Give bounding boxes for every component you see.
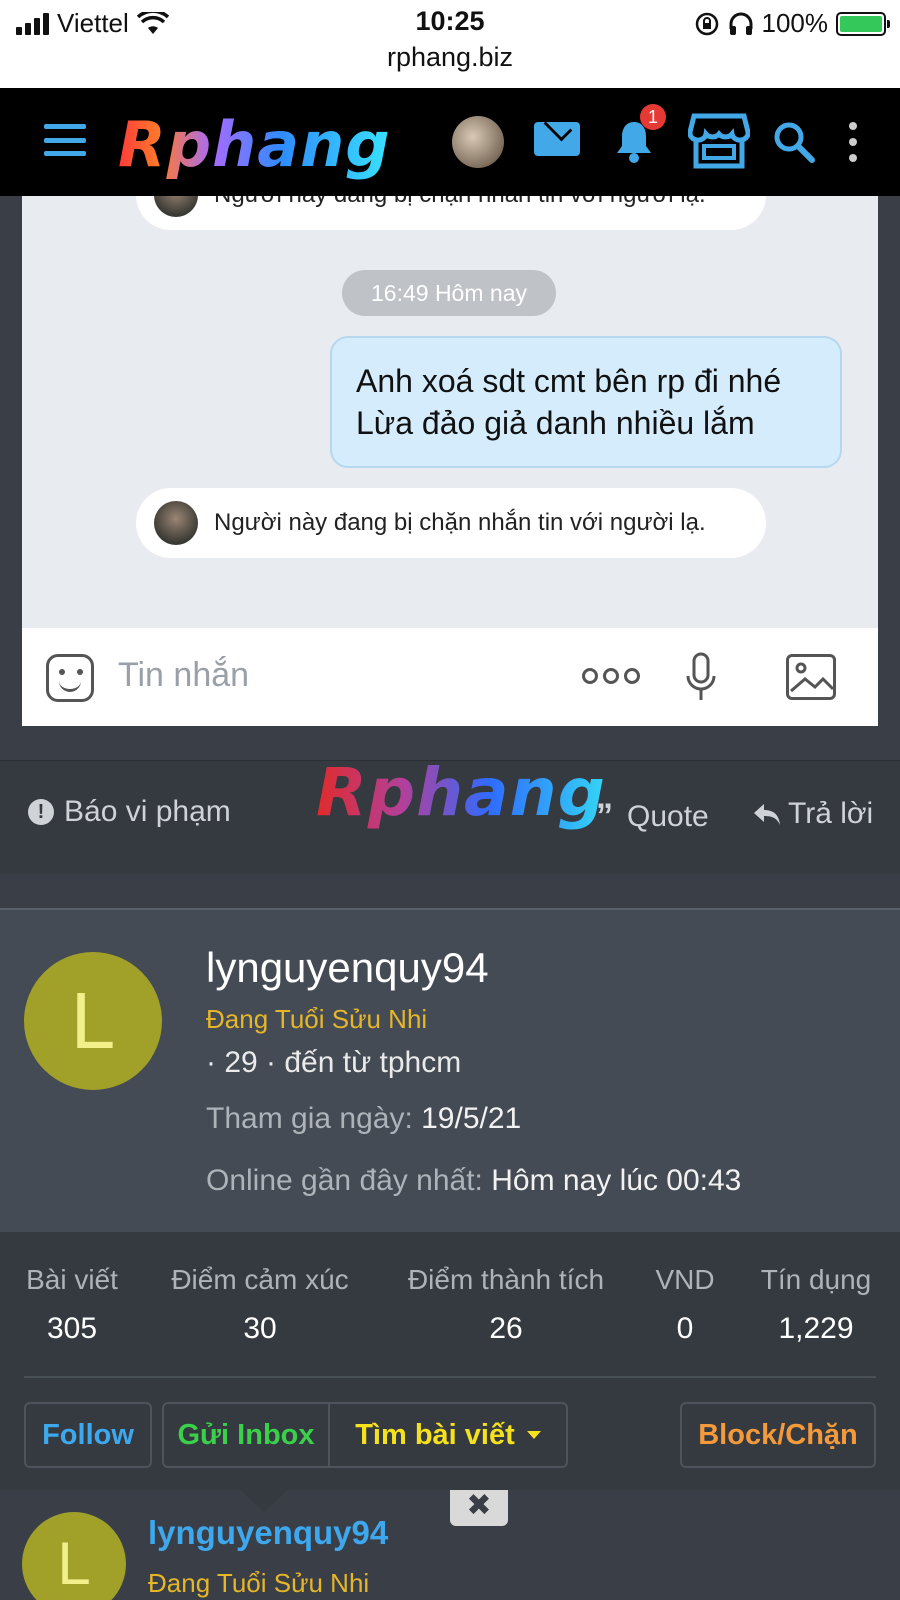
- contact-avatar: [154, 196, 198, 217]
- stat-posts: Bài viết 305: [24, 1264, 120, 1346]
- member-join-date: Tham gia ngày: 19/5/21: [206, 1102, 521, 1136]
- stat-credits: Tín dụng 1,229: [756, 1264, 876, 1346]
- member-tooltip-card: L lynguyenquy94 Đang Tuổi Sửu Nhi · 29 ·…: [0, 908, 900, 1492]
- tooltip-arrow: [238, 1488, 290, 1512]
- message-input: Tin nhắn: [118, 656, 250, 694]
- stat-value: 1,229: [778, 1312, 854, 1345]
- notification-badge: 1: [640, 104, 666, 130]
- member-avatar[interactable]: L: [24, 952, 162, 1090]
- sticker-icon: [46, 654, 94, 702]
- chat-composer: Tin nhắn: [22, 628, 878, 726]
- quote-label: Quote: [627, 799, 709, 833]
- blocked-notice-text: Người này đang bị chặn nhắn tin với ngườ…: [214, 509, 706, 536]
- user-avatar[interactable]: [452, 116, 504, 168]
- member-last-seen: Online gần đây nhất: Hôm nay lúc 00:43: [206, 1164, 741, 1198]
- send-inbox-button[interactable]: Gửi Inbox: [162, 1402, 330, 1468]
- report-label: Báo vi phạm: [64, 795, 231, 828]
- footer-logo: Rphang: [316, 754, 606, 831]
- close-icon[interactable]: ✖: [450, 1490, 508, 1526]
- stat-label: Bài viết: [26, 1264, 118, 1295]
- message-bubble: Anh xoá sdt cmt bên rp đi nhé Lừa đảo gi…: [330, 336, 842, 468]
- battery-icon: [836, 11, 890, 36]
- last-seen-value: Hôm nay lúc 00:43: [491, 1164, 742, 1197]
- reply-link[interactable]: Trả lời: [752, 797, 873, 831]
- image-icon: [786, 654, 836, 700]
- quote-link[interactable]: ” Quote: [596, 797, 709, 836]
- mail-icon[interactable]: [534, 122, 580, 156]
- system-indicators: 100%: [694, 8, 890, 39]
- store-icon[interactable]: [688, 112, 750, 170]
- stat-achievements: Điểm thành tích 26: [398, 1264, 614, 1346]
- more-icon: [582, 668, 640, 684]
- stat-reactions: Điểm cảm xúc 30: [162, 1264, 358, 1346]
- address-bar[interactable]: rphang.biz: [0, 42, 900, 73]
- reply-label: Trả lời: [788, 797, 874, 830]
- stat-value: 30: [243, 1312, 277, 1345]
- member-meta: · 29 · đến từ tphcm: [206, 1046, 462, 1079]
- chevron-down-icon: [526, 1431, 541, 1439]
- alert-icon: !: [28, 799, 54, 825]
- block-button[interactable]: Block/Chặn: [680, 1402, 876, 1468]
- divider: [24, 1376, 876, 1378]
- blocked-notice: Người này đang bị chặn nhắn tin với ngườ…: [136, 488, 766, 558]
- stat-label: Tín dụng: [760, 1264, 872, 1295]
- stat-value: 305: [46, 1312, 98, 1345]
- site-logo[interactable]: Rphang: [118, 108, 391, 181]
- message-line: Lừa đảo giả danh nhiều lắm: [356, 405, 755, 441]
- find-posts-button[interactable]: Tìm bài viết: [328, 1402, 568, 1468]
- more-options-icon[interactable]: [848, 122, 858, 162]
- member-stats-panel: Bài viết 305 Điểm cảm xúc 30 Điểm thành …: [0, 1232, 900, 1492]
- stat-value: 0: [676, 1312, 694, 1345]
- battery-percent: 100%: [761, 8, 829, 38]
- stat-label: VND: [655, 1264, 715, 1295]
- reply-icon: [754, 804, 780, 825]
- join-value: 19/5/21: [421, 1102, 522, 1135]
- chat-timestamp: 16:49 Hôm nay: [342, 270, 556, 316]
- message-line: Anh xoá sdt cmt bên rp đi nhé: [356, 363, 782, 399]
- stat-label: Điểm cảm xúc: [171, 1264, 349, 1295]
- join-label: Tham gia ngày:: [206, 1102, 413, 1135]
- follow-button[interactable]: Follow: [24, 1402, 152, 1468]
- member-username[interactable]: lynguyenquy94: [206, 944, 489, 992]
- last-seen-label: Online gần đây nhất:: [206, 1164, 483, 1197]
- blocked-notice: Người này đang bị chặn nhắn tin với ngườ…: [136, 196, 766, 230]
- stat-vnd: VND 0: [652, 1264, 718, 1346]
- next-post-username[interactable]: lynguyenquy94: [148, 1514, 388, 1552]
- blocked-notice-text: Người này đang bị chặn nhắn tin với ngườ…: [214, 196, 706, 209]
- member-title: Đang Tuổi Sửu Nhi: [206, 1004, 428, 1034]
- search-icon[interactable]: [772, 120, 816, 164]
- orientation-lock-icon: [695, 12, 718, 35]
- next-post-user-title: Đang Tuổi Sửu Nhi: [148, 1568, 370, 1598]
- stat-value: 26: [489, 1312, 523, 1345]
- status-bar: Viettel 10:25 rphang.biz 100%: [0, 0, 900, 88]
- microphone-icon: [686, 652, 716, 700]
- headphones-icon: [729, 12, 752, 35]
- stat-label: Điểm thành tích: [407, 1264, 605, 1295]
- contact-avatar: [154, 501, 198, 545]
- chat-screenshot: Người này đang bị chặn nhắn tin với ngườ…: [22, 196, 878, 628]
- report-link[interactable]: ! Báo vi phạm: [28, 795, 231, 829]
- find-posts-label: Tìm bài viết: [355, 1418, 515, 1451]
- menu-icon[interactable]: [44, 124, 86, 156]
